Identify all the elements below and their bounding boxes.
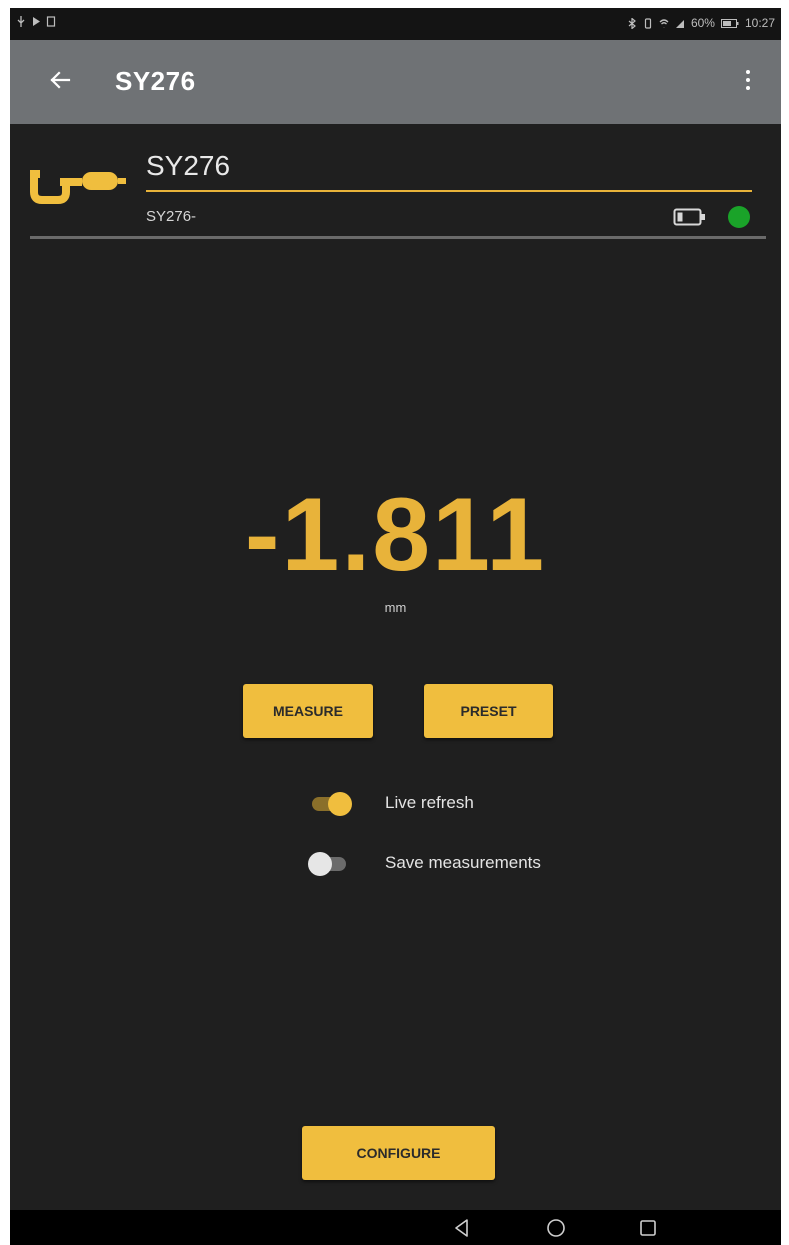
save-measurements-toggle-row[interactable]: Save measurements: [300, 848, 600, 884]
live-refresh-label: Live refresh: [385, 793, 474, 812]
wifi-icon: [659, 18, 669, 27]
battery-percent: 60%: [690, 16, 715, 30]
device-subtitle: SY276-: [146, 208, 197, 225]
micrometer-icon: [30, 170, 126, 204]
nav-recents-icon[interactable]: [636, 1216, 660, 1240]
configure-button[interactable]: CONFIGURE: [302, 1126, 495, 1180]
bluetooth-icon: [628, 17, 636, 29]
live-refresh-toggle-row[interactable]: Live refresh: [300, 788, 600, 824]
nav-home-icon[interactable]: [544, 1216, 568, 1240]
more-vert-icon: [746, 70, 750, 74]
save-measurements-label: Save measurements: [385, 853, 541, 872]
page-title: SY276: [115, 66, 196, 96]
signal-icon: [675, 19, 684, 28]
status-time: 10:27: [744, 16, 775, 30]
status-bar: 60% 10:27: [10, 8, 781, 40]
play-icon: [33, 17, 40, 26]
app-screen: 60% 10:27 SY276 SY276 SY276- -1.811 mm M…: [10, 8, 781, 1245]
connection-status-dot: [728, 206, 750, 228]
preset-button[interactable]: PRESET: [424, 684, 553, 738]
system-nav-bar: [10, 1210, 781, 1245]
battery-low-icon: [673, 208, 705, 226]
status-left-icons: [16, 16, 56, 27]
sim-icon: [46, 16, 56, 27]
measure-button[interactable]: MEASURE: [243, 684, 373, 738]
status-right-icons: 60% 10:27: [627, 16, 775, 30]
arrow-back-icon: [50, 71, 71, 89]
measurement-value: -1.811: [244, 477, 547, 593]
back-button[interactable]: [40, 60, 80, 100]
device-name-underline: [146, 190, 752, 192]
divider: [30, 236, 766, 239]
battery-icon: [720, 18, 739, 28]
usb-icon: [17, 16, 25, 27]
vibrate-icon: [644, 17, 652, 29]
nav-back-icon[interactable]: [450, 1216, 474, 1240]
app-bar: SY276: [10, 40, 781, 124]
overflow-menu-button[interactable]: [733, 60, 763, 100]
live-refresh-switch[interactable]: [312, 792, 352, 816]
device-card[interactable]: SY276 SY276-: [30, 134, 766, 244]
device-name: SY276: [146, 150, 231, 181]
save-measurements-switch[interactable]: [308, 852, 346, 876]
measurement-unit: mm: [384, 600, 407, 615]
